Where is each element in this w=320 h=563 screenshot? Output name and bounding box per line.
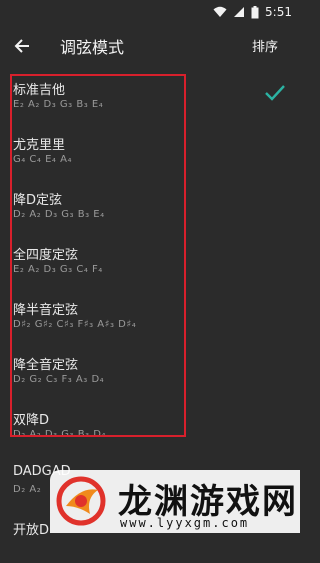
status-time: 5:51 — [265, 5, 292, 19]
tuning-notes: D₂ G₂ C₃ F₃ A₃ D₄ — [13, 374, 105, 385]
tuning-item-whole-step-down[interactable]: 降全音定弦 D₂ G₂ C₃ F₃ A₃ D₄ — [0, 343, 300, 398]
tuning-notes: D♯₂ G♯₂ C♯₃ F♯₃ A♯₃ D♯₄ — [13, 319, 137, 330]
tuning-notes: D₂ A₂ D₃ G₃ B₃ D₄ — [13, 429, 106, 440]
tuning-item-double-drop-d[interactable]: 双降D D₂ A₂ D₃ G₃ B₃ D₄ — [0, 398, 300, 453]
sort-button[interactable]: 排序 — [252, 36, 278, 55]
tuning-name: 双降D — [13, 413, 50, 428]
tuning-name: 开放D — [13, 523, 50, 538]
app-bar: 调弦模式 排序 — [0, 24, 300, 68]
page-title: 调弦模式 — [60, 38, 125, 57]
watermark-logo-icon — [56, 476, 106, 526]
tuning-name: 标准吉他 — [13, 83, 66, 98]
tuning-notes: E₂ A₂ D₃ G₃ C₄ F₄ — [13, 264, 103, 275]
back-button[interactable] — [12, 36, 32, 56]
tuning-notes: D₂ A₂ — [13, 484, 42, 495]
watermark: 龙渊游戏网 www.lyyxgm.com — [50, 470, 300, 533]
watermark-url: www.lyyxgm.com — [120, 516, 250, 530]
tuning-name: 降全音定弦 — [13, 358, 79, 373]
tuning-item-half-step-down[interactable]: 降半音定弦 D♯₂ G♯₂ C♯₃ F♯₃ A♯₃ D♯₄ — [0, 288, 300, 343]
battery-icon — [251, 5, 259, 18]
tuning-item-all-fourths[interactable]: 全四度定弦 E₂ A₂ D₃ G₃ C₄ F₄ — [0, 233, 300, 288]
wifi-icon — [213, 6, 227, 17]
tuning-notes: E₂ A₂ D₃ G₃ B₃ E₄ — [13, 99, 104, 110]
tuning-name: 尤克里里 — [13, 138, 66, 153]
signal-icon — [234, 7, 245, 17]
tuning-notes: G₄ C₄ E₄ A₄ — [13, 154, 72, 165]
tuning-item-drop-d[interactable]: 降D定弦 D₂ A₂ D₃ G₃ B₃ E₄ — [0, 178, 300, 233]
arrow-left-icon — [14, 39, 29, 53]
tuning-item-standard-guitar[interactable]: 标准吉他 E₂ A₂ D₃ G₃ B₃ E₄ — [0, 68, 300, 123]
tuning-notes: D₂ A₂ D₃ G₃ B₃ E₄ — [13, 209, 105, 220]
status-bar: 5:51 — [0, 0, 300, 24]
tuning-name: 降半音定弦 — [13, 303, 79, 318]
tuning-name: 全四度定弦 — [13, 248, 79, 263]
check-icon — [265, 85, 285, 101]
tuning-name: 降D定弦 — [13, 193, 63, 208]
tuning-item-ukulele[interactable]: 尤克里里 G₄ C₄ E₄ A₄ — [0, 123, 300, 178]
